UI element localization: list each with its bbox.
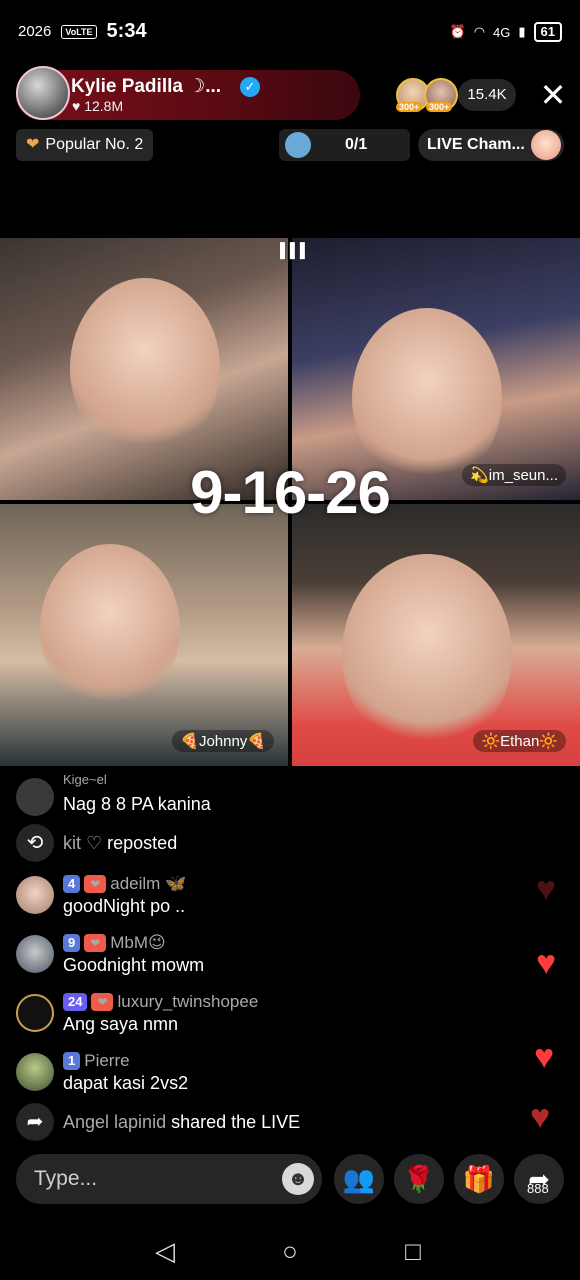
- chat-username[interactable]: luxury_twinshopee: [117, 992, 258, 1012]
- status-bar: 2026 VoLTE 5:34 ⏰ ◠ 4G ▮ 61: [0, 0, 580, 62]
- top-viewers[interactable]: 300+ 300+: [396, 78, 466, 112]
- share-count: 888: [527, 1181, 549, 1196]
- clock: 5:34: [106, 20, 147, 42]
- chat-username: Kige~el: [63, 772, 107, 787]
- emoji-icon[interactable]: ☻: [282, 1163, 314, 1195]
- battery-icon: 61: [533, 22, 562, 42]
- chat-message: reposted: [107, 833, 178, 853]
- share-icon[interactable]: ➦: [514, 1154, 564, 1204]
- popular-label: Popular No. 2: [45, 136, 144, 153]
- level-badge: 24: [63, 993, 88, 1011]
- chat-message: Ang saya nmn: [63, 1014, 179, 1034]
- chat-username: kit ♡: [63, 833, 103, 853]
- heart-icon: ♥: [530, 1098, 551, 1136]
- chat-username[interactable]: Pierre: [84, 1051, 129, 1071]
- heart-icon: ♥: [536, 870, 557, 908]
- champ-avatar: [531, 130, 561, 160]
- chat-message: goodNight po ..: [63, 896, 186, 916]
- verified-icon: ✓: [240, 77, 260, 97]
- level-badge: 9: [63, 934, 81, 952]
- floating-hearts: ♥ ♥ ♥ ♥: [530, 870, 580, 1150]
- alarm-icon: ⏰: [449, 24, 466, 39]
- gift-icon[interactable]: 🎁: [454, 1154, 504, 1204]
- level-badge: 1: [63, 1052, 81, 1070]
- ranking-avatar: [285, 132, 311, 158]
- wifi-icon: ◠: [473, 24, 486, 39]
- chat-username[interactable]: MbM😉: [110, 933, 166, 953]
- chat-username[interactable]: Angel lapinid: [63, 1112, 166, 1132]
- guest-name: 🍕Johnny🍕: [172, 730, 274, 752]
- popular-badge[interactable]: ❤ Popular No. 2: [16, 129, 154, 161]
- fan-badge-icon: ❤: [84, 934, 107, 952]
- heart-icon: ♥: [534, 1038, 555, 1076]
- system-nav-bar: ◁ ○ □: [0, 1220, 580, 1280]
- viewer-count[interactable]: 15.4K: [458, 79, 516, 111]
- ranking-count: 0/1: [345, 136, 368, 153]
- viewer-badge: 300+: [396, 102, 423, 112]
- host-avatar[interactable]: [16, 66, 70, 120]
- guests-icon[interactable]: 👥: [334, 1154, 384, 1204]
- volte-icon: VoLTE: [61, 24, 97, 39]
- level-badge: 4: [63, 875, 81, 893]
- champ-label: LIVE Cham...: [427, 136, 525, 153]
- viewer-badge: 300+: [426, 102, 453, 112]
- repost-icon: ⟲: [16, 824, 54, 862]
- guest-video: [70, 278, 220, 458]
- live-champ-button[interactable]: LIVE Cham...: [418, 129, 564, 161]
- rose-gift-icon[interactable]: 🌹: [394, 1154, 444, 1204]
- guest-video: [40, 544, 180, 714]
- network-label: 4G: [493, 24, 511, 40]
- guest-tile[interactable]: 🔆Ethan🔆: [292, 504, 580, 766]
- avatar[interactable]: [16, 994, 54, 1032]
- back-icon[interactable]: ◁: [150, 1236, 180, 1266]
- guest-name: 🔆Ethan🔆: [473, 730, 566, 752]
- share-icon: ➦: [16, 1103, 54, 1141]
- fan-badge-icon: ❤: [84, 875, 107, 893]
- chat-message: dapat kasi 2vs2: [63, 1073, 189, 1093]
- avatar: [16, 778, 54, 816]
- chat-message: shared the LIVE: [171, 1112, 301, 1132]
- status-year: 2026: [18, 23, 52, 40]
- ranking-widget[interactable]: 0/1: [279, 129, 410, 161]
- date-overlay: 9-16-26: [190, 459, 391, 526]
- guest-tile[interactable]: 🍕Johnny🍕: [0, 504, 288, 766]
- chat-message: Nag 8 8 PA kanina: [63, 794, 211, 814]
- heart-icon: ❤: [26, 136, 40, 153]
- avatar[interactable]: [16, 876, 54, 914]
- guest-video: [342, 554, 512, 754]
- comment-placeholder: Type...: [34, 1167, 98, 1190]
- home-icon[interactable]: ○: [275, 1236, 305, 1266]
- heart-icon: ♥: [536, 944, 557, 982]
- chat-message: Goodnight mowm: [63, 955, 205, 975]
- host-likes: ♥ 12.8M: [72, 98, 124, 114]
- comment-input[interactable]: Type... ☻: [16, 1154, 322, 1204]
- avatar[interactable]: [16, 935, 54, 973]
- host-name[interactable]: Kylie Padilla ☽...: [71, 75, 221, 98]
- avatar[interactable]: [16, 1053, 54, 1091]
- chat-username[interactable]: adeilm 🦋: [110, 874, 186, 894]
- signal-icon: ▮: [518, 24, 526, 39]
- audio-wave-icon: ▌▌▌: [280, 242, 310, 258]
- close-icon[interactable]: ✕: [538, 79, 568, 111]
- fan-badge-icon: ❤: [91, 993, 114, 1011]
- recents-icon[interactable]: □: [398, 1236, 428, 1266]
